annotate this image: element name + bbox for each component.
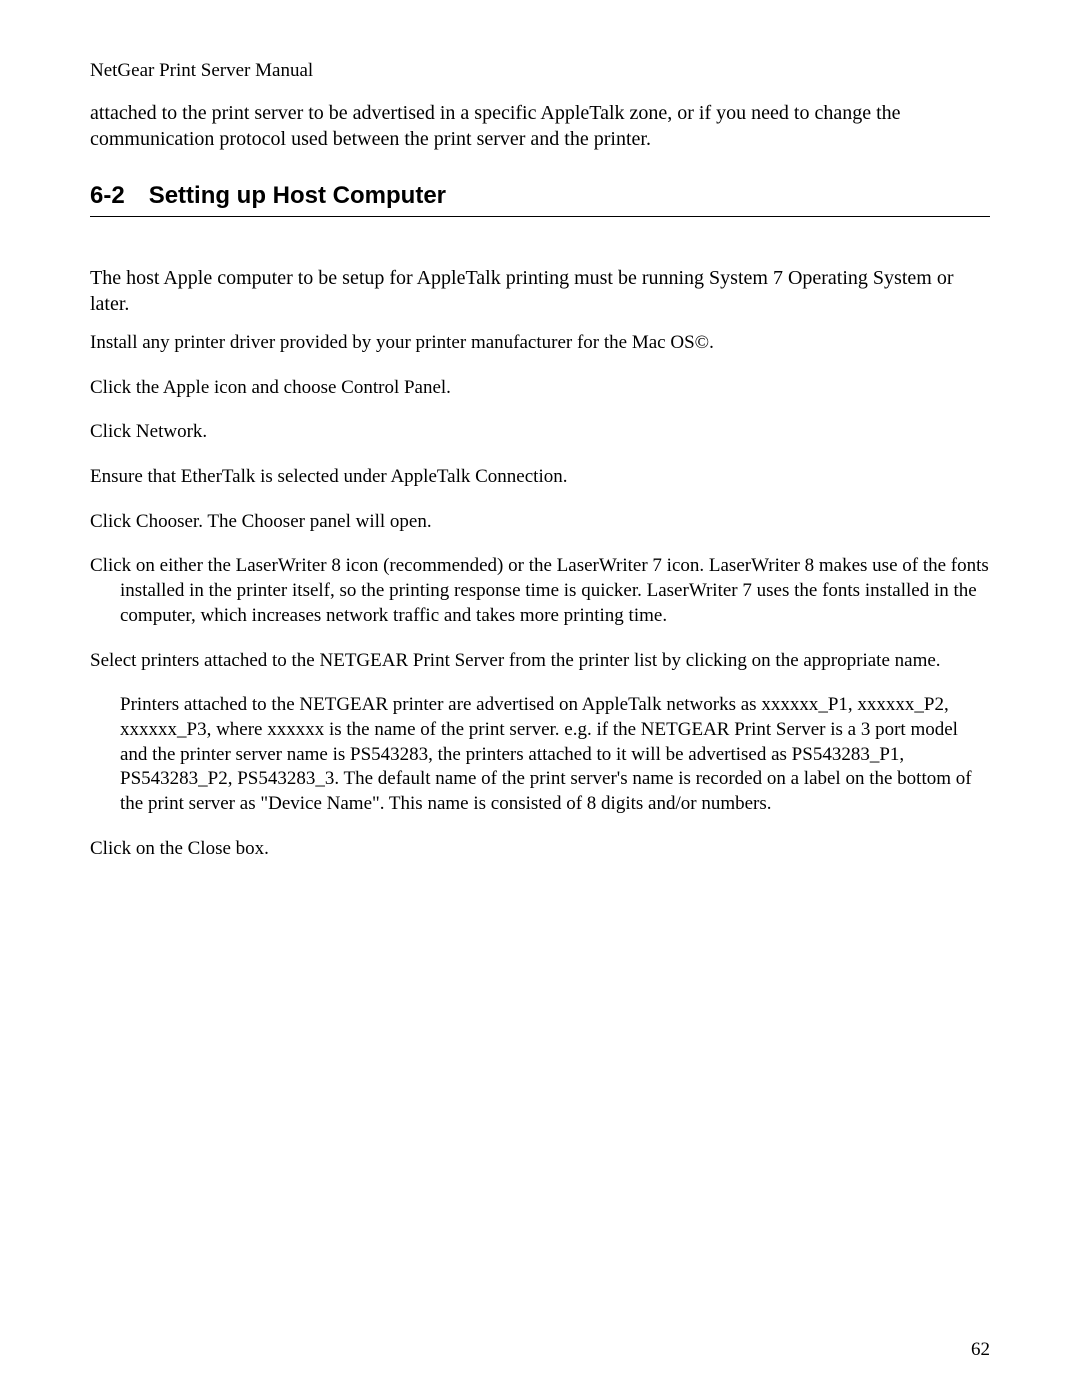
page-number: 62 bbox=[971, 1339, 990, 1361]
document-header-title: NetGear Print Server Manual bbox=[90, 60, 990, 82]
step-7: Select printers attached to the NETGEAR … bbox=[90, 649, 990, 674]
step-1: Install any printer driver provided by y… bbox=[90, 331, 990, 356]
step-2: Click the Apple icon and choose Control … bbox=[90, 376, 990, 401]
section-number: 6-2 bbox=[90, 182, 125, 210]
step-6: Click on either the LaserWriter 8 icon (… bbox=[90, 554, 990, 628]
step-3: Click Network. bbox=[90, 420, 990, 445]
section-heading: 6-2 Setting up Host Computer bbox=[90, 182, 990, 217]
intro-paragraph: attached to the print server to be adver… bbox=[90, 100, 990, 152]
step-4: Ensure that EtherTalk is selected under … bbox=[90, 465, 990, 490]
document-page: NetGear Print Server Manual attached to … bbox=[0, 0, 1080, 1397]
step-8: Click on the Close box. bbox=[90, 837, 990, 862]
step-7-subparagraph: Printers attached to the NETGEAR printer… bbox=[120, 693, 990, 816]
body-paragraph-1: The host Apple computer to be setup for … bbox=[90, 265, 990, 317]
section-title: Setting up Host Computer bbox=[149, 182, 446, 209]
step-5: Click Chooser. The Chooser panel will op… bbox=[90, 510, 990, 535]
